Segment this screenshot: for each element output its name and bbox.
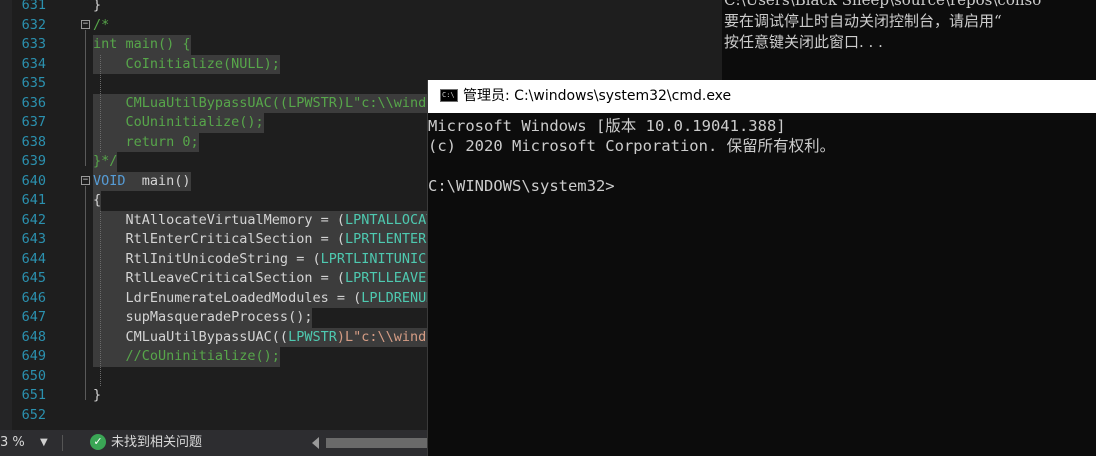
line-number: 648 <box>21 328 46 345</box>
code-token: )L"c:\\windo <box>336 328 435 345</box>
code-text: return 0; <box>93 132 199 152</box>
code-token: RtlEnterCriticalSection = ( <box>93 231 345 247</box>
status-bar: 3 % ▼ ✓ 未找到相关问题 <box>0 430 430 456</box>
debug-console-window[interactable]: C:\Users\Black Sheep\source\repos\conso 要… <box>722 0 1096 80</box>
code-text: } <box>93 0 101 16</box>
line-number: 652 <box>21 406 46 423</box>
code-text: } <box>93 386 101 406</box>
code-token: /* <box>93 16 110 33</box>
code-token: LPLDRENUM <box>361 289 435 306</box>
code-token: CMLuaUtilBypassUAC((LPWSTR)L"c:\\windo <box>93 94 435 111</box>
code-text: RtlEnterCriticalSection = (LPRTLENTERC <box>93 230 435 250</box>
line-number: 634 <box>21 55 46 72</box>
scrollbar-thumb[interactable] <box>326 438 430 448</box>
code-text: //CoUninitialize(); <box>93 347 280 367</box>
line-number: 639 <box>21 153 46 169</box>
code-token: LPRTLINITUNICO <box>320 250 435 267</box>
code-token: LPRTLENTERC <box>344 231 435 247</box>
code-token: } <box>93 0 102 13</box>
code-token: VOID <box>93 172 126 189</box>
check-circle-icon: ✓ <box>90 434 106 450</box>
code-token: CoUninitialize(); <box>93 114 264 130</box>
code-token: main() <box>125 172 191 189</box>
code-token: LPNTALLOCAT <box>344 211 435 228</box>
line-number: 632 <box>21 16 46 33</box>
code-token: LdrEnumerateLoadedModules = ( <box>93 289 362 306</box>
indent-guide <box>100 54 101 152</box>
line-number: 645 <box>21 270 46 286</box>
cmd-output-line: (c) 2020 Microsoft Corporation. 保留所有权利。 <box>428 137 836 155</box>
cmd-window[interactable]: C:\ 管理员: C:\windows\system32\cmd.exe Mic… <box>427 80 1096 456</box>
console-line: 要在调试停止时自动关闭控制台，请启用“ <box>724 12 1002 30</box>
code-token: }*/ <box>93 153 118 169</box>
code-text: supMasqueradeProcess(); <box>93 308 313 328</box>
line-number: 642 <box>21 211 46 228</box>
status-separator <box>62 435 63 451</box>
cmd-window-title: 管理员: C:\windows\system32\cmd.exe <box>463 88 732 104</box>
zoom-level[interactable]: 3 % <box>0 434 25 452</box>
code-text: CoUninitialize(); <box>93 113 264 133</box>
collapse-toggle-icon[interactable]: − <box>81 175 90 185</box>
line-number: 640 <box>21 172 46 189</box>
line-number: 637 <box>21 114 46 130</box>
line-number: 636 <box>21 94 46 111</box>
code-text: RtlLeaveCriticalSection = (LPRTLLEAVEC <box>93 269 435 289</box>
code-text: int main() { <box>93 35 191 55</box>
line-number: 638 <box>21 133 46 150</box>
line-number: 649 <box>21 348 46 364</box>
line-number: 633 <box>21 36 46 52</box>
zoom-dropdown-icon[interactable]: ▼ <box>40 434 48 452</box>
fold-region-line <box>85 29 86 166</box>
line-number: 647 <box>21 309 46 325</box>
line-number: 644 <box>21 250 46 267</box>
code-token: NtAllocateVirtualMemory = ( <box>93 211 345 228</box>
horizontal-scrollbar[interactable] <box>326 438 430 448</box>
code-token: supMasqueradeProcess(); <box>93 309 313 325</box>
code-line[interactable]: 631} <box>0 0 722 16</box>
code-token: LPWSTR <box>288 328 337 345</box>
indent-guide <box>100 210 101 386</box>
code-text: LdrEnumerateLoadedModules = (LPLDRENUM <box>93 288 435 308</box>
code-token: CMLuaUtilBypassUAC(( <box>93 328 289 345</box>
collapse-toggle-icon[interactable]: − <box>81 19 90 29</box>
code-line[interactable]: 633 int main() { <box>0 35 722 55</box>
line-number: 631 <box>21 0 46 13</box>
code-token: return 0; <box>93 133 199 150</box>
code-token: } <box>93 387 102 403</box>
code-token: int main() { <box>93 36 191 52</box>
code-line[interactable]: 632 −/* <box>0 16 722 36</box>
fold-region-line <box>85 185 86 400</box>
cmd-output-line: C:\WINDOWS\system32> <box>428 177 615 195</box>
code-text: RtlInitUnicodeString = (LPRTLINITUNICO <box>93 249 435 269</box>
code-text: CMLuaUtilBypassUAC((LPWSTR)L"c:\\windo <box>93 327 435 347</box>
line-number: 650 <box>21 367 46 384</box>
line-number: 641 <box>21 192 46 208</box>
code-token: CoInitialize(NULL); <box>93 55 280 72</box>
code-text: }*/ <box>93 152 118 172</box>
code-text: VOID main() <box>93 171 191 191</box>
code-token: //CoUninitialize(); <box>93 348 280 364</box>
code-token: RtlLeaveCriticalSection = ( <box>93 270 345 286</box>
line-number: 646 <box>21 289 46 306</box>
line-number: 651 <box>21 387 46 403</box>
code-token: { <box>93 192 102 208</box>
scroll-left-arrow-icon[interactable] <box>312 437 319 449</box>
code-text: CoInitialize(NULL); <box>93 54 280 74</box>
code-text: NtAllocateVirtualMemory = (LPNTALLOCAT <box>93 210 435 230</box>
cmd-title-bar[interactable]: C:\ 管理员: C:\windows\system32\cmd.exe <box>428 80 1096 113</box>
line-number: 635 <box>21 75 46 91</box>
console-line: 按任意键关闭此窗口. . . <box>724 33 883 51</box>
code-token: LPRTLLEAVEC <box>344 270 435 286</box>
code-text: CMLuaUtilBypassUAC((LPWSTR)L"c:\\windo <box>93 93 435 113</box>
code-text: /* <box>93 16 109 36</box>
code-line[interactable]: 634 CoInitialize(NULL); <box>0 54 722 74</box>
issues-label: 未找到相关问题 <box>111 435 203 450</box>
cmd-output-line: Microsoft Windows [版本 10.0.19041.388] <box>428 117 786 135</box>
code-token: RtlInitUnicodeString = ( <box>93 250 321 267</box>
cmd-app-icon: C:\ <box>440 89 458 102</box>
code-text: { <box>93 191 102 211</box>
line-number: 643 <box>21 231 46 247</box>
console-line: C:\Users\Black Sheep\source\repos\conso <box>724 0 1042 9</box>
